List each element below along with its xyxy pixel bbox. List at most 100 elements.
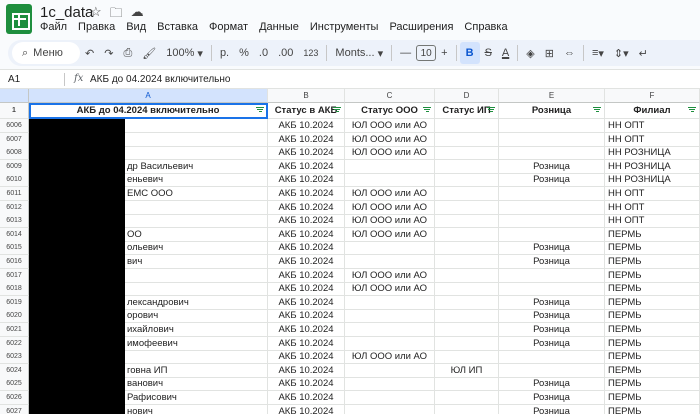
cell-d[interactable] [435,404,499,414]
cell-b[interactable]: АКБ 10.2024 [268,377,345,392]
header-cell-d[interactable]: Статус ИП [435,103,499,119]
cell-e[interactable] [499,214,605,229]
cell-b[interactable]: АКБ 10.2024 [268,309,345,324]
row-number[interactable]: 6008 [0,146,29,161]
cell-d[interactable] [435,282,499,297]
cell-c[interactable] [345,173,435,188]
row-number[interactable]: 6006 [0,119,29,133]
cell-c[interactable] [345,295,435,310]
print-button[interactable]: ⎙ [118,42,137,64]
cell-f[interactable]: НН ОПТ [605,119,700,133]
cell-e[interactable]: Розница [499,336,605,351]
cell-d[interactable] [435,323,499,337]
decrease-decimal-button[interactable]: .0 [254,42,273,64]
cell-f[interactable]: НН РОЗНИЦА [605,173,700,188]
menu-search-button[interactable]: ⌕ Меню [12,42,80,64]
cell-e[interactable]: Розница [499,241,605,256]
cell-d[interactable] [435,309,499,324]
cell-c[interactable]: ЮЛ ООО или АО [345,146,435,161]
header-cell-a[interactable]: АКБ до 04.2024 включительно [29,103,268,119]
cell-e[interactable]: Розница [499,391,605,405]
cell-e[interactable]: Розница [499,173,605,188]
cell-f[interactable]: НН РОЗНИЦА [605,159,700,174]
cell-d[interactable] [435,336,499,351]
cell-e[interactable]: Розница [499,309,605,324]
cell-b[interactable]: АКБ 10.2024 [268,132,345,147]
cell-c[interactable]: ЮЛ ООО или АО [345,119,435,133]
cell-f[interactable]: ПЕРМЬ [605,336,700,351]
cell-d[interactable] [435,214,499,229]
row-number[interactable]: 6023 [0,350,29,365]
number-format-button[interactable]: 123 [298,42,323,64]
cell-c[interactable] [345,241,435,256]
cell-b[interactable]: АКБ 10.2024 [268,119,345,133]
cell-c[interactable] [345,391,435,405]
cell-c[interactable] [345,159,435,174]
cell-b[interactable]: АКБ 10.2024 [268,363,345,378]
cell-e[interactable] [499,200,605,215]
vertical-align-button[interactable]: ⇕ ▾ [609,42,634,64]
row-number[interactable]: 6019 [0,295,29,310]
cell-b[interactable]: АКБ 10.2024 [268,146,345,161]
cell-d[interactable] [435,391,499,405]
cell-f[interactable]: ПЕРМЬ [605,377,700,392]
cell-e[interactable] [499,282,605,297]
cell-e[interactable]: Розница [499,255,605,269]
cell-b[interactable]: АКБ 10.2024 [268,391,345,405]
cell-b[interactable]: АКБ 10.2024 [268,282,345,297]
column-header-c[interactable]: C [345,89,435,103]
row-number[interactable]: 6018 [0,282,29,297]
cell-f[interactable]: ПЕРМЬ [605,309,700,324]
cell-d[interactable] [435,159,499,174]
cell-e[interactable] [499,132,605,147]
cell-d[interactable] [435,268,499,283]
fill-color-button[interactable]: ◈ [521,42,539,64]
row-number[interactable]: 6013 [0,214,29,229]
header-cell-e[interactable]: Розница [499,103,605,119]
menu-tools[interactable]: Инструменты [310,21,379,33]
row-number[interactable]: 6027 [0,404,29,414]
cell-d[interactable] [435,187,499,201]
cell-e[interactable]: Розница [499,404,605,414]
row-number[interactable]: 6017 [0,268,29,283]
font-select[interactable]: Monts... ▾ [330,42,388,64]
cell-d[interactable] [435,119,499,133]
percent-format-button[interactable]: % [234,42,254,64]
cell-b[interactable]: АКБ 10.2024 [268,187,345,201]
cell-d[interactable] [435,200,499,215]
strikethrough-button[interactable]: S [480,42,497,64]
cell-b[interactable]: АКБ 10.2024 [268,323,345,337]
cell-f[interactable]: НН ОПТ [605,187,700,201]
currency-format-button[interactable]: р. [215,42,234,64]
cell-f[interactable]: НН РОЗНИЦА [605,146,700,161]
cell-b[interactable]: АКБ 10.2024 [268,200,345,215]
font-size-input[interactable]: 10 [416,45,437,61]
cell-c[interactable]: ЮЛ ООО или АО [345,350,435,365]
cell-b[interactable]: АКБ 10.2024 [268,255,345,269]
sheets-logo-icon[interactable] [6,4,32,34]
cell-c[interactable]: ЮЛ ООО или АО [345,282,435,297]
cell-f[interactable]: ПЕРМЬ [605,404,700,414]
cell-e[interactable] [499,363,605,378]
menu-file[interactable]: Файл [40,21,67,33]
filter-icon[interactable] [487,107,495,112]
cell-d[interactable]: ЮЛ ИП [435,363,499,378]
cell-e[interactable] [499,350,605,365]
column-header-b[interactable]: B [268,89,345,103]
cell-c[interactable] [345,309,435,324]
cell-c[interactable]: ЮЛ ООО или АО [345,200,435,215]
decrease-font-size-button[interactable]: — [395,42,416,64]
header-cell-b[interactable]: Статус в АКБ [268,103,345,119]
cell-f[interactable]: НН ОПТ [605,200,700,215]
cell-f[interactable]: ПЕРМЬ [605,323,700,337]
cell-f[interactable]: ПЕРМЬ [605,227,700,242]
spreadsheet-grid[interactable]: A B C D E F 1 АКБ до 04.2024 включительно Статус… [0,89,700,414]
filter-icon[interactable] [423,107,431,112]
cell-e[interactable] [499,187,605,201]
cell-b[interactable]: АКБ 10.2024 [268,404,345,414]
cell-d[interactable] [435,146,499,161]
row-number[interactable]: 6022 [0,336,29,351]
menu-view[interactable]: Вид [126,21,146,33]
cell-f[interactable]: НН ОПТ [605,132,700,147]
filter-icon[interactable] [333,107,341,112]
